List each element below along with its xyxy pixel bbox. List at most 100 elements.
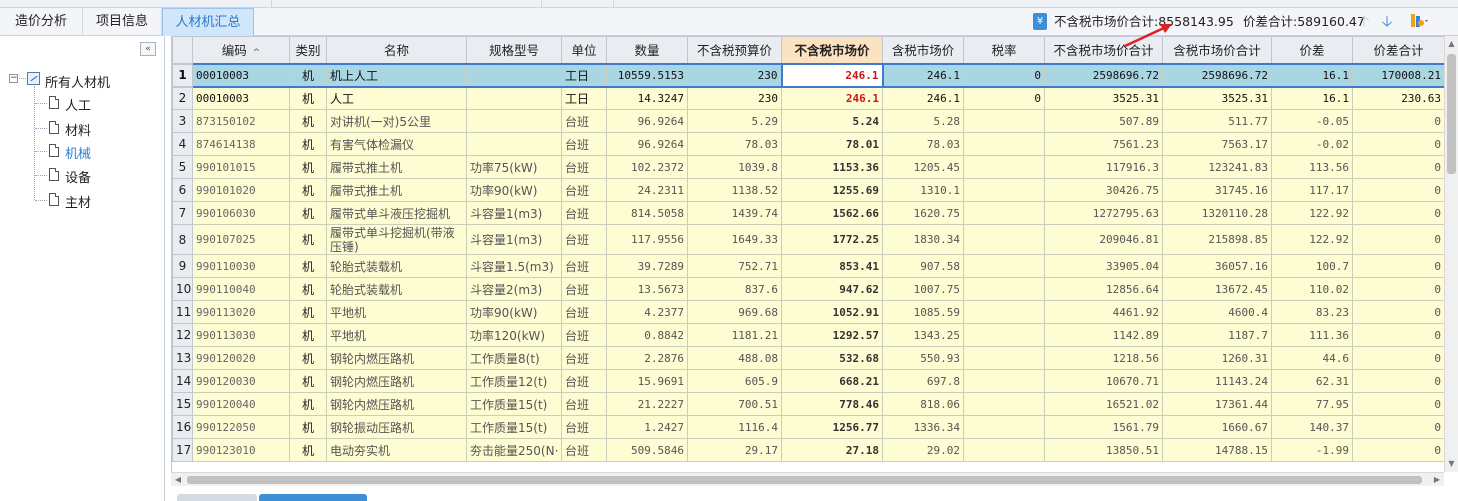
tab-cost-analysis[interactable]: 造价分析 [0, 8, 83, 36]
cell-market-tax-total[interactable]: 4600.4 [1162, 300, 1272, 324]
cell-type[interactable]: 机 [289, 109, 327, 133]
settings-dropdown-icon[interactable] [1409, 12, 1431, 30]
cell-tax-rate[interactable] [963, 300, 1045, 324]
cell-price-diff[interactable]: 122.92 [1271, 224, 1353, 255]
column-header-diff-total[interactable]: 价差合计 [1352, 36, 1444, 64]
cell-budget-price[interactable]: 1039.8 [687, 155, 782, 179]
cell-budget-price[interactable]: 1116.4 [687, 415, 782, 439]
row-number[interactable]: 11 [172, 300, 193, 324]
cell-name[interactable]: 对讲机(一对)5公里 [326, 109, 467, 133]
cell-market-total[interactable]: 16521.02 [1044, 392, 1163, 416]
cell-type[interactable]: 机 [289, 369, 327, 393]
cell-type[interactable]: 机 [289, 438, 327, 462]
cell-market-price-tax[interactable]: 1085.59 [882, 300, 964, 324]
cell-code[interactable]: 990123010 [192, 438, 290, 462]
cell-spec[interactable]: 工作质量15(t) [466, 392, 562, 416]
cell-type[interactable]: 机 [289, 178, 327, 202]
cell-market-price[interactable]: 246.1 [780, 62, 884, 88]
cell-code[interactable]: 990106030 [192, 201, 290, 225]
column-header-spec[interactable]: 规格型号 [466, 36, 562, 64]
cell-market-total[interactable]: 1272795.63 [1044, 201, 1163, 225]
cell-price-diff[interactable]: -0.02 [1271, 132, 1353, 156]
table-row[interactable]: 17 990123010 机电动夯实机 夯击能量250(N· 台班 509.5846 29.… [172, 438, 1444, 462]
column-header-quantity[interactable]: 数量 [606, 36, 688, 64]
table-row[interactable]: 9 990110030 机轮胎式装载机 斗容量1.5(m3) 台班 39.7289 752.… [172, 254, 1444, 278]
cell-quantity[interactable]: 96.9264 [606, 109, 688, 133]
cell-diff-total[interactable]: 230.63 [1352, 86, 1444, 110]
cell-market-total[interactable]: 12856.64 [1044, 277, 1163, 301]
row-number[interactable]: 2 [172, 86, 193, 110]
table-row[interactable]: 8 990107025 机履带式单斗挖掘机(带液压锤) 斗容量1(m3) 台班 117.9… [172, 224, 1444, 255]
cell-code[interactable]: 990110030 [192, 254, 290, 278]
scrollbar-thumb[interactable] [187, 476, 1422, 484]
cell-tax-rate[interactable] [963, 224, 1045, 255]
cell-budget-price[interactable]: 230 [687, 62, 782, 88]
cell-unit[interactable]: 台班 [561, 369, 607, 393]
cell-code[interactable]: 00010003 [192, 86, 290, 110]
column-header-name[interactable]: 名称 [326, 36, 467, 64]
cell-spec[interactable]: 功率90(kW) [466, 300, 562, 324]
cell-market-tax-total[interactable]: 1187.7 [1162, 323, 1272, 347]
cell-budget-price[interactable]: 29.17 [687, 438, 782, 462]
tab-project-info[interactable]: 项目信息 [83, 8, 162, 36]
cell-name[interactable]: 钢轮振动压路机 [326, 415, 467, 439]
table-row[interactable]: 10 990110040 机轮胎式装载机 斗容量2(m3) 台班 13.5673 837.6… [172, 277, 1444, 301]
cell-market-price-tax[interactable]: 1830.34 [882, 224, 964, 255]
cell-budget-price[interactable]: 1138.52 [687, 178, 782, 202]
cell-type[interactable]: 机 [289, 254, 327, 278]
cell-unit[interactable]: 台班 [561, 132, 607, 156]
cell-quantity[interactable]: 10559.5153 [606, 62, 688, 88]
cell-market-tax-total[interactable]: 14788.15 [1162, 438, 1272, 462]
cell-quantity[interactable]: 117.9556 [606, 224, 688, 255]
tree-root-all-resources[interactable]: 所有人材机 [45, 72, 110, 91]
scroll-up-icon[interactable]: ▲ [1445, 36, 1458, 52]
cell-name[interactable]: 平地机 [326, 300, 467, 324]
cell-name[interactable]: 钢轮内燃压路机 [326, 346, 467, 370]
cell-name[interactable]: 履带式单斗液压挖掘机 [326, 201, 467, 225]
cell-market-tax-total[interactable]: 3525.31 [1162, 86, 1272, 110]
cell-tax-rate[interactable] [963, 323, 1045, 347]
cell-unit[interactable]: 工日 [561, 86, 607, 110]
cell-tax-rate[interactable] [963, 201, 1045, 225]
cell-quantity[interactable]: 2.2876 [606, 346, 688, 370]
cell-name[interactable]: 平地机 [326, 323, 467, 347]
cell-spec[interactable]: 斗容量2(m3) [466, 277, 562, 301]
cell-market-price[interactable]: 1256.77 [781, 415, 883, 439]
cell-budget-price[interactable]: 700.51 [687, 392, 782, 416]
row-number[interactable]: 14 [172, 369, 193, 393]
cell-budget-price[interactable]: 78.03 [687, 132, 782, 156]
bottom-tab[interactable] [177, 494, 257, 501]
cell-unit[interactable]: 台班 [561, 277, 607, 301]
cell-quantity[interactable]: 39.7289 [606, 254, 688, 278]
cell-spec[interactable]: 斗容量1(m3) [466, 224, 562, 255]
cell-unit[interactable]: 台班 [561, 254, 607, 278]
cell-name[interactable]: 电动夯实机 [326, 438, 467, 462]
cell-market-tax-total[interactable]: 1320110.28 [1162, 201, 1272, 225]
cell-market-price[interactable]: 1562.66 [781, 201, 883, 225]
cell-name[interactable]: 履带式推土机 [326, 155, 467, 179]
cell-unit[interactable]: 台班 [561, 178, 607, 202]
row-number[interactable]: 13 [172, 346, 193, 370]
cell-name[interactable]: 钢轮内燃压路机 [326, 369, 467, 393]
cell-price-diff[interactable]: 62.31 [1271, 369, 1353, 393]
cell-market-price-tax[interactable]: 1620.75 [882, 201, 964, 225]
cell-price-diff[interactable]: 83.23 [1271, 300, 1353, 324]
cell-market-total[interactable]: 1218.56 [1044, 346, 1163, 370]
cell-market-price-tax[interactable]: 818.06 [882, 392, 964, 416]
cell-code[interactable]: 990110040 [192, 277, 290, 301]
cell-quantity[interactable]: 14.3247 [606, 86, 688, 110]
cell-budget-price[interactable]: 488.08 [687, 346, 782, 370]
cell-market-price[interactable]: 532.68 [781, 346, 883, 370]
column-header-code[interactable]: 编码 ^ [192, 36, 290, 64]
cell-price-diff[interactable]: 111.36 [1271, 323, 1353, 347]
row-number[interactable]: 9 [172, 254, 193, 278]
cell-market-price-tax[interactable]: 246.1 [882, 62, 964, 88]
table-row[interactable]: 11 990113020 机平地机 功率90(kW) 台班 4.2377 969.68 105… [172, 300, 1444, 324]
cell-unit[interactable]: 台班 [561, 392, 607, 416]
cell-market-tax-total[interactable]: 13672.45 [1162, 277, 1272, 301]
cell-market-tax-total[interactable]: 215898.85 [1162, 224, 1272, 255]
cell-tax-rate[interactable]: 0 [963, 62, 1045, 88]
table-row[interactable]: 13 990120020 机钢轮内燃压路机 工作质量8(t) 台班 2.2876 488.0… [172, 346, 1444, 370]
cell-market-tax-total[interactable]: 31745.16 [1162, 178, 1272, 202]
cell-budget-price[interactable]: 969.68 [687, 300, 782, 324]
